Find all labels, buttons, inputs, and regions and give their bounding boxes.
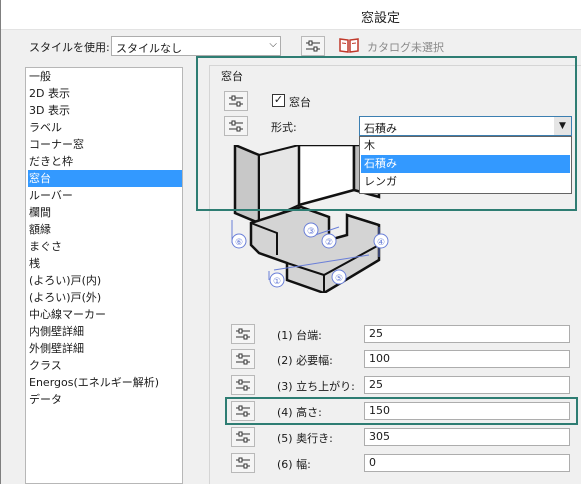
sidebar-item-label[interactable]: ラベル [28, 119, 182, 136]
param-label-6: (6) 幅: [277, 458, 311, 471]
callout-3: ③ [307, 227, 315, 237]
sidebar-item-muntin[interactable]: 桟 [28, 255, 182, 272]
catalog-book-icon[interactable] [339, 37, 359, 53]
sidebar-item-centerline-marker[interactable]: 中心線マーカー [28, 306, 182, 323]
param-input-3[interactable]: 25 [364, 376, 570, 394]
callout-6: ⑥ [235, 238, 243, 248]
sidebar-item-class[interactable]: クラス [28, 357, 182, 374]
param-label-1: (1) 台端: [277, 329, 322, 342]
param-label-5: (5) 奥行き: [277, 432, 333, 445]
sidebar-item-energos[interactable]: Energos(エネルギー解析) [28, 374, 182, 391]
style-dropdown[interactable]: スタイルなし ⌵ [111, 36, 281, 56]
param-label-2: (2) 必要幅: [277, 354, 333, 367]
style-label: スタイルを使用: [29, 41, 110, 54]
sidebar-item-shutter-inner[interactable]: (よろい)戸(内) [28, 272, 182, 289]
callout-1: ① [273, 277, 281, 287]
param-button-6[interactable] [231, 453, 255, 473]
sliders-icon [236, 457, 250, 469]
window-title: 窓設定 [361, 11, 401, 26]
chevron-down-icon: ⌵ [269, 39, 277, 50]
param-button-3[interactable] [231, 375, 255, 395]
sidebar-item-lintel[interactable]: まぐさ [28, 238, 182, 255]
callout-4: ④ [377, 238, 385, 248]
sidebar-item-casing[interactable]: 額縁 [28, 221, 182, 238]
param-input-6[interactable]: 0 [364, 454, 570, 472]
param-button-1[interactable] [231, 324, 255, 344]
param-input-2[interactable]: 100 [364, 350, 570, 368]
sidebar-item-data[interactable]: データ [28, 391, 182, 408]
sliders-icon [236, 431, 250, 443]
sidebar-item-sill[interactable]: 窓台 [28, 170, 182, 187]
title-bar: 窓設定 [1, 0, 581, 30]
sliders-icon [236, 353, 250, 365]
style-settings-button[interactable] [301, 36, 325, 56]
param-button-5[interactable] [231, 427, 255, 447]
param-input-5[interactable]: 305 [364, 428, 570, 446]
window: 窓設定 スタイルを使用: スタイルなし ⌵ カタログ未選択 一般 2D 表示 3… [0, 0, 581, 484]
sidebar-item-general[interactable]: 一般 [28, 68, 182, 85]
callout-5: ⑤ [335, 274, 343, 284]
catalog-label: カタログ未選択 [367, 41, 444, 54]
style-dropdown-value: スタイルなし [116, 42, 182, 55]
sidebar-item-exterior-wall-detail[interactable]: 外側壁詳細 [28, 340, 182, 357]
sidebar-item-2d-display[interactable]: 2D 表示 [28, 85, 182, 102]
sidebar-item-3d-display[interactable]: 3D 表示 [28, 102, 182, 119]
sliders-icon [236, 328, 250, 340]
param-label-3: (3) 立ち上がり: [277, 380, 355, 393]
sidebar-item-louver[interactable]: ルーバー [28, 187, 182, 204]
sidebar-item-interior-wall-detail[interactable]: 内側壁詳細 [28, 323, 182, 340]
param-input-1[interactable]: 25 [364, 325, 570, 343]
param-button-2[interactable] [231, 349, 255, 369]
sidebar-item-corner-window[interactable]: コーナー窓 [28, 136, 182, 153]
callout-2: ② [325, 238, 333, 248]
sidebar-item-jamb-frame[interactable]: だきと枠 [28, 153, 182, 170]
category-list[interactable]: 一般 2D 表示 3D 表示 ラベル コーナー窓 だきと枠 窓台 ルーバー 欄間… [25, 67, 183, 484]
highlight-box-form [196, 56, 577, 211]
sidebar-item-shutter-outer[interactable]: (よろい)戸(外) [28, 289, 182, 306]
sliders-icon [306, 40, 320, 52]
sidebar-item-transom[interactable]: 欄間 [28, 204, 182, 221]
highlight-box-height [225, 397, 578, 425]
sliders-icon [236, 379, 250, 391]
